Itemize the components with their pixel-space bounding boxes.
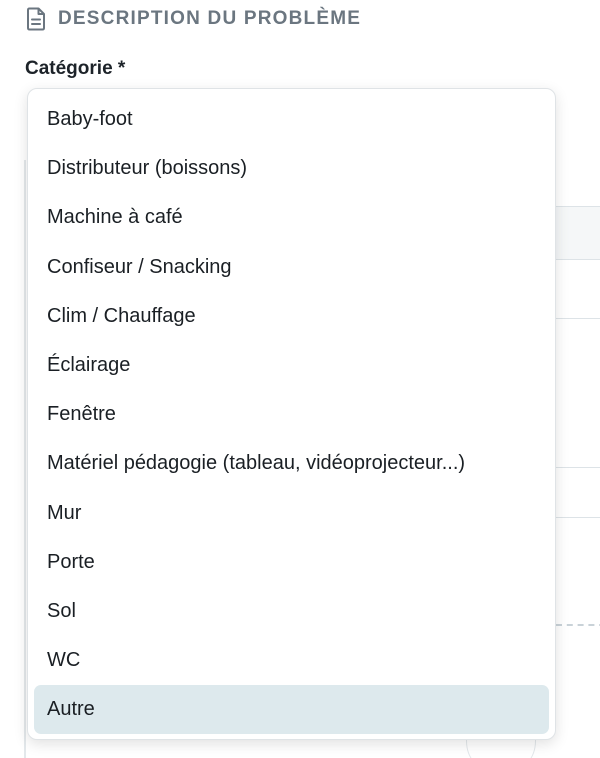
section-header: DESCRIPTION DU PROBLÈME xyxy=(26,6,361,32)
category-option[interactable]: Baby-foot xyxy=(34,95,549,144)
background-input xyxy=(556,470,600,518)
category-option[interactable]: Autre xyxy=(34,685,549,735)
document-icon xyxy=(27,7,45,31)
category-option[interactable]: Mur xyxy=(34,489,549,538)
category-option[interactable]: Fenêtre xyxy=(34,390,549,439)
category-option[interactable]: WC xyxy=(34,636,549,685)
category-option[interactable]: Distributeur (boissons) xyxy=(34,144,549,193)
category-option[interactable]: Confiseur / Snacking xyxy=(34,243,549,292)
category-option[interactable]: Machine à café xyxy=(34,193,549,242)
category-option[interactable]: Éclairage xyxy=(34,341,549,390)
category-option[interactable]: Matériel pédagogie (tableau, vidéoprojec… xyxy=(34,439,549,488)
background-dropzone xyxy=(556,624,600,626)
background-form-edge xyxy=(24,160,26,758)
background-textarea xyxy=(556,318,600,468)
background-input xyxy=(556,206,600,260)
section-title: DESCRIPTION DU PROBLÈME xyxy=(58,8,362,29)
category-option[interactable]: Clim / Chauffage xyxy=(34,292,549,341)
category-dropdown-list[interactable]: Baby-foot Distributeur (boissons) Machine … xyxy=(27,88,556,740)
category-label: Catégorie * xyxy=(25,58,126,79)
category-option[interactable]: Porte xyxy=(34,538,549,587)
category-option[interactable]: Sol xyxy=(34,587,549,636)
